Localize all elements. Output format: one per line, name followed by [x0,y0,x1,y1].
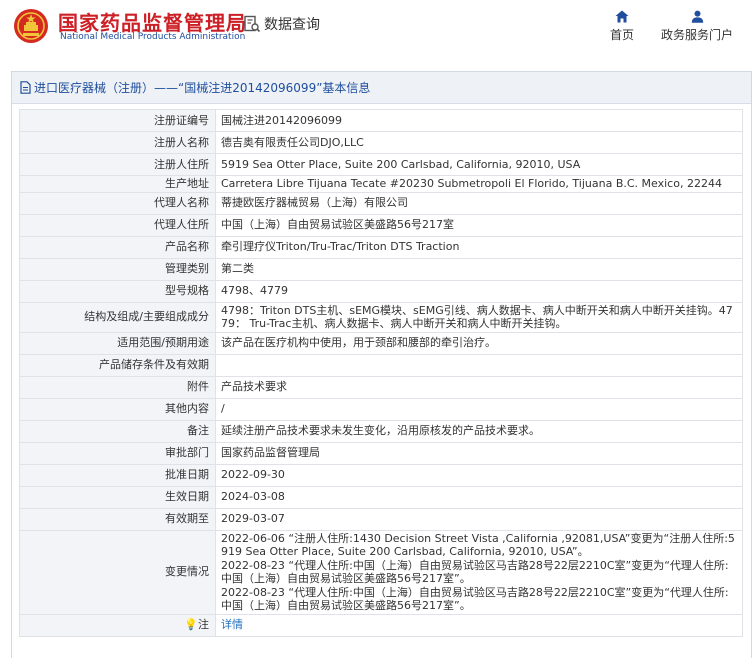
user-icon [691,10,703,23]
field-label: 适用范围/预期用途 [19,331,216,355]
field-value: 产品技术要求 [215,375,743,399]
field-label: 其他内容 [19,397,216,421]
table-row-changes: 变更情况 2022-06-06 “注册人住所:1430 Decision Str… [19,529,743,615]
change-entry: 2022-06-06 “注册人住所:1430 Decision Street V… [221,531,735,559]
field-label: 生效日期 [19,485,216,509]
lightbulb-icon: 💡 [184,618,198,632]
table-row: 生效日期 2024-03-08 [19,485,743,509]
field-label: 审批部门 [19,441,216,465]
field-value: 蒂捷欧医疗器械贸易（上海）有限公司 [215,191,743,215]
field-value: 国械注进20142096099 [215,109,743,132]
table-row: 其他内容 / [19,397,743,421]
field-value: 该产品在医疗机构中使用，用于颈部和腰部的牵引治疗。 [215,331,743,355]
table-row: 有效期至 2029-03-07 [19,507,743,531]
field-value: Carretera Libre Tijuana Tecate #20230 Su… [215,175,743,193]
table-row: 产品名称 牵引理疗仪Triton/Tru-Trac/Triton DTS Trac… [19,235,743,259]
detail-panel: 进口医疗器械（注册）——“国械注进20142096099”基本信息 注册证编号国… [11,71,752,658]
field-label: 代理人名称 [19,191,216,215]
nav-service-portal[interactable]: 政务服务门户 [658,10,736,43]
table-row: 批准日期 2022-09-30 [19,463,743,487]
table-row: 结构及组成/主要组成成分 4798：Triton DTS主机、sEMG模块、sEM… [19,301,743,333]
field-label: 结构及组成/主要组成成分 [19,301,216,333]
table-row-note: 💡注 详情 [19,613,743,637]
note-value-cell: 详情 [215,613,743,637]
field-label: 产品储存条件及有效期 [19,353,216,377]
field-label: 管理类别 [19,257,216,281]
table-row: 产品储存条件及有效期 [19,353,743,377]
national-emblem-icon [14,9,48,43]
document-icon [20,81,31,94]
nav-home-label: 首页 [609,28,634,42]
table-row: 注册证编号 国械注进20142096099 [19,109,743,132]
field-label: 代理人住所 [19,213,216,237]
field-label: 产品名称 [19,235,216,259]
field-label: 批准日期 [19,463,216,487]
change-entry: 2022-08-23 “代理人住所:中国（上海）自由贸易试验区马吉路28号22层… [221,558,729,586]
table-row: 适用范围/预期用途 该产品在医疗机构中使用，用于颈部和腰部的牵引治疗。 [19,331,743,355]
field-label: 变更情况 [19,529,216,615]
field-label: 附件 [19,375,216,399]
table-row: 附件 产品技术要求 [19,375,743,399]
field-label: 注册人名称 [19,131,216,154]
note-label: 注 [198,618,209,632]
field-value: 牵引理疗仪Triton/Tru-Trac/Triton DTS Traction [215,235,743,259]
field-label: 注册证编号 [19,109,216,132]
field-value [215,353,743,377]
note-label-cell: 💡注 [19,613,216,637]
details-link[interactable]: 详情 [221,618,243,631]
table-row: 管理类别 第二类 [19,257,743,281]
panel-title-bar: 进口医疗器械（注册）——“国械注进20142096099”基本信息 [12,72,751,104]
field-value: 4798、4779 [215,279,743,303]
panel-title: 进口医疗器械（注册）——“国械注进20142096099”基本信息 [34,81,371,95]
field-value: 2024-03-08 [215,485,743,509]
field-label: 型号规格 [19,279,216,303]
data-query-label: 数据查询 [264,17,320,33]
change-history: 2022-06-06 “注册人住所:1430 Decision Street V… [215,529,743,615]
field-value: 2029-03-07 [215,507,743,531]
field-value: 国家药品监督管理局 [215,441,743,465]
table-row: 代理人住所 中国（上海）自由贸易试验区美盛路56号217室 [19,213,743,237]
field-label: 有效期至 [19,507,216,531]
table-row: 备注 延续注册产品技术要求未发生变化，沿用原核发的产品技术要求。 [19,419,743,443]
table-row: 注册人名称 德吉奥有限责任公司DJO,LLC [19,131,743,154]
home-icon [615,10,629,23]
table-row: 审批部门 国家药品监督管理局 [19,441,743,465]
field-value: 2022-09-30 [215,463,743,487]
data-query-link[interactable]: 数据查询 [243,14,320,34]
field-value: 5919 Sea Otter Place, Suite 200 Carlsbad… [215,153,743,176]
change-entry: 2022-08-23 “代理人住所:中国（上海）自由贸易试验区马吉路28号22层… [221,585,729,613]
table-row: 代理人名称 蒂捷欧医疗器械贸易（上海）有限公司 [19,191,743,215]
table-row: 型号规格 4798、4779 [19,279,743,303]
field-value: 中国（上海）自由贸易试验区美盛路56号217室 [215,213,743,237]
field-value: / [215,397,743,421]
table-row: 生产地址 Carretera Libre Tijuana Tecate #2023… [19,175,743,193]
field-value: 延续注册产品技术要求未发生变化，沿用原核发的产品技术要求。 [215,419,743,443]
field-value: 第二类 [215,257,743,281]
field-label: 生产地址 [19,175,216,193]
nav-home[interactable]: 首页 [605,10,639,43]
device-info-table: 注册证编号 国械注进20142096099 注册人名称 德吉奥有限责任公司DJO,L… [19,109,743,637]
field-label: 备注 [19,419,216,443]
nav-portal-label: 政务服务门户 [660,28,733,42]
field-value: 德吉奥有限责任公司DJO,LLC [215,131,743,154]
field-label: 注册人住所 [19,153,216,176]
search-document-icon [244,15,261,33]
table-row: 注册人住所 5919 Sea Otter Place, Suite 200 Car… [19,153,743,176]
field-value: 4798：Triton DTS主机、sEMG模块、sEMG引线、病人数据卡、病人… [215,301,743,333]
brand-name-en: National Medical Products Administration [60,32,246,42]
site-header: 国家药品监督管理局 National Medical Products Admi… [0,0,752,57]
